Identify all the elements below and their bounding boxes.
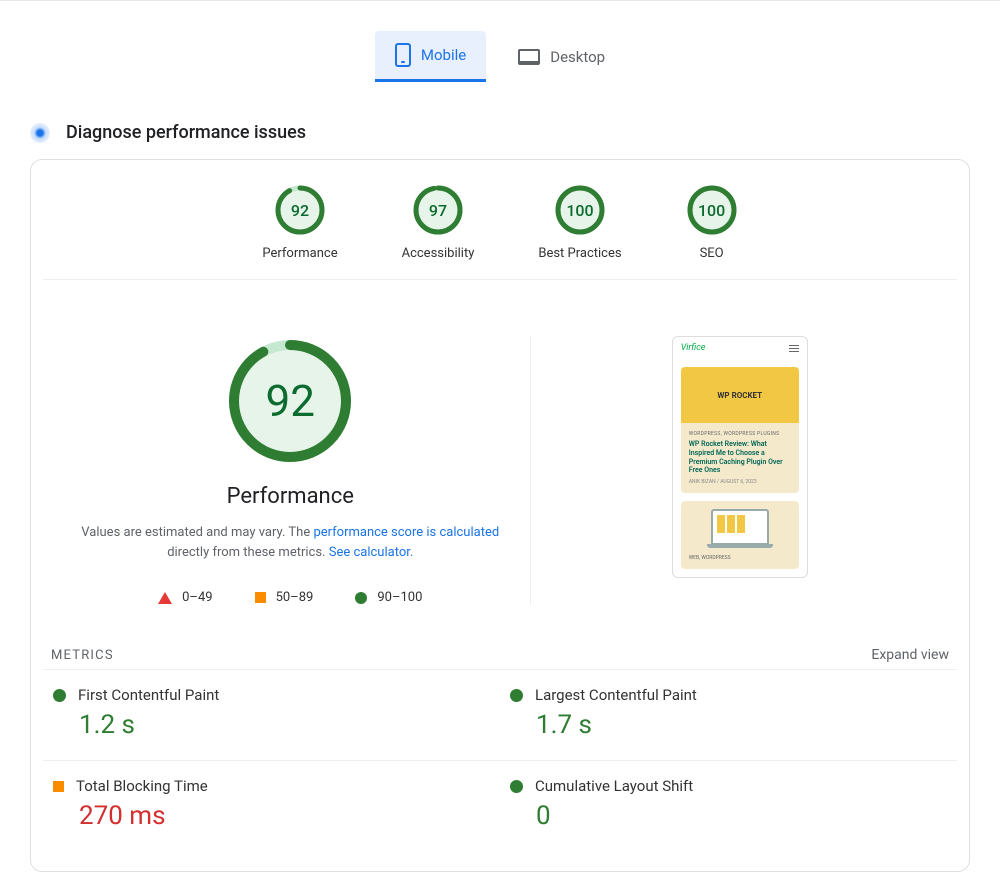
tab-mobile-label: Mobile [421, 46, 466, 64]
metrics-heading: METRICS [51, 648, 114, 663]
triangle-icon [158, 592, 172, 604]
gauge-accessibility[interactable]: 97 Accessibility [402, 184, 475, 261]
big-title: Performance [81, 484, 500, 509]
metric-lcp: Largest Contentful Paint 1.7 s [500, 669, 957, 760]
metric-fcp: First Contentful Paint 1.2 s [43, 669, 500, 760]
laptop-icon [711, 509, 769, 545]
hamburger-icon [789, 345, 799, 352]
diagnose-title: Diagnose performance issues [66, 122, 306, 143]
gauge-performance[interactable]: 92 Performance [262, 184, 337, 261]
gauge-label: SEO [686, 246, 738, 261]
tab-mobile[interactable]: Mobile [375, 31, 486, 82]
expand-view-button[interactable]: Expand view [871, 647, 949, 663]
gauge-score: 97 [412, 184, 464, 236]
circle-icon [355, 592, 367, 604]
tab-desktop-label: Desktop [550, 48, 605, 66]
square-icon [255, 592, 266, 603]
gauge-score: 100 [554, 184, 606, 236]
status-dot-icon [53, 689, 66, 702]
status-dot-icon [510, 689, 523, 702]
gauges-row: 92 Performance 97 Accessibility 100 Best… [43, 160, 957, 280]
metric-tbt: Total Blocking Time 270 ms [43, 760, 500, 851]
radar-icon [30, 123, 50, 143]
preview-post-title: WP Rocket Review: What Inspired Me to Ch… [689, 440, 791, 475]
preview-meta: ANIK BIZAN / AUGUST 6, 2023 [689, 479, 791, 485]
preview-hero: WP ROCKET [681, 367, 799, 423]
calc-link-2[interactable]: See calculator. [329, 545, 414, 560]
gauge-label: Performance [262, 246, 337, 261]
gauge-score: 92 [274, 184, 326, 236]
status-dot-icon [510, 780, 523, 793]
mobile-icon [395, 43, 411, 67]
tab-desktop[interactable]: Desktop [498, 31, 625, 82]
preview-brand: Virfice [681, 343, 706, 353]
calc-link-1[interactable]: performance score is calculated [313, 525, 499, 540]
performance-description: Values are estimated and may vary. The p… [81, 523, 500, 562]
device-tabs: Mobile Desktop [0, 31, 1000, 82]
metric-cls: Cumulative Layout Shift 0 [500, 760, 957, 851]
gauge-seo[interactable]: 100 SEO [686, 184, 738, 261]
desktop-icon [518, 49, 540, 65]
page-preview: Virfice WP ROCKET WORDPRESS, WORDPRESS P… [672, 336, 808, 578]
gauge-label: Best Practices [538, 246, 621, 261]
gauge-label: Accessibility [402, 246, 475, 261]
big-score: 92 [225, 336, 355, 466]
gauge-best-practices[interactable]: 100 Best Practices [538, 184, 621, 261]
gauge-score: 100 [686, 184, 738, 236]
preview-tag: WORDPRESS, WORDPRESS PLUGINS [689, 431, 791, 437]
big-gauge: 92 [225, 336, 355, 466]
preview-tag2: WEB, WORDPRESS [689, 555, 731, 561]
status-square-icon [53, 781, 64, 792]
score-legend: 0–49 50–89 90–100 [81, 590, 500, 605]
lighthouse-report: 92 Performance 97 Accessibility 100 Best… [30, 159, 970, 872]
